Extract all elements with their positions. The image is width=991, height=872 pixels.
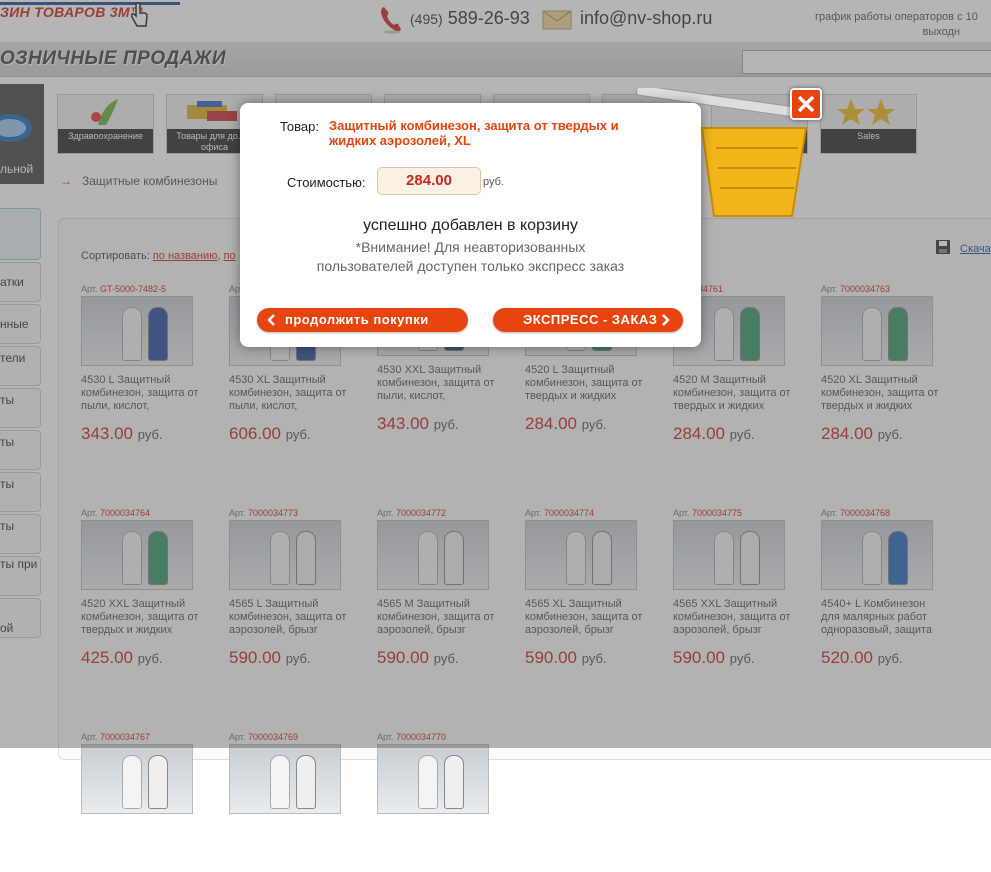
close-button[interactable] xyxy=(790,88,822,120)
coverall-figure xyxy=(418,755,438,809)
goods-name: Защитный комбинезон, защита от твердых и… xyxy=(329,118,619,148)
coverall-figure xyxy=(148,755,168,809)
cost-currency: руб. xyxy=(483,176,504,188)
success-message: успешно добавлен в корзину xyxy=(363,217,578,234)
express-order-button[interactable]: ЭКСПРЕСС - ЗАКАЗ xyxy=(493,308,683,332)
product-card[interactable]: Арт. 7000034769 xyxy=(229,732,369,872)
product-card[interactable]: Арт. 7000034767 xyxy=(81,732,221,872)
warning-message: *Внимание! Для неавторизованных пользова… xyxy=(240,238,701,276)
coverall-figure xyxy=(444,755,464,809)
warning-text: *Внимание! Для неавторизованных пользова… xyxy=(316,239,625,274)
close-icon xyxy=(797,95,815,113)
express-order-label: ЭКСПРЕСС - ЗАКАЗ xyxy=(523,312,658,327)
continue-shopping-button[interactable]: продолжить покупки xyxy=(257,308,468,332)
product-image[interactable] xyxy=(229,744,341,814)
cost-value: 284.00 xyxy=(377,167,481,195)
product-name[interactable] xyxy=(229,822,349,862)
coverall-figure xyxy=(122,755,142,809)
product-image[interactable] xyxy=(81,744,193,814)
chevron-left-icon xyxy=(267,314,275,326)
product-name[interactable] xyxy=(81,822,201,862)
product-image[interactable] xyxy=(377,744,489,814)
goods-label: Товар: xyxy=(280,119,319,134)
product-name[interactable] xyxy=(377,822,497,862)
page: ЗИН ТОВАРОВ 3М™ (495) 589-26-93 info@nv-… xyxy=(0,0,991,814)
product-card[interactable]: Арт. 7000034770 xyxy=(377,732,517,872)
cost-label: Стоимостью: xyxy=(287,175,366,190)
continue-shopping-label: продолжить покупки xyxy=(285,312,429,327)
chevron-right-icon xyxy=(662,314,670,326)
add-to-cart-dialog: Товар: Защитный комбинезон, защита от тв… xyxy=(240,103,701,347)
coverall-figure xyxy=(270,755,290,809)
coverall-figure xyxy=(296,755,316,809)
